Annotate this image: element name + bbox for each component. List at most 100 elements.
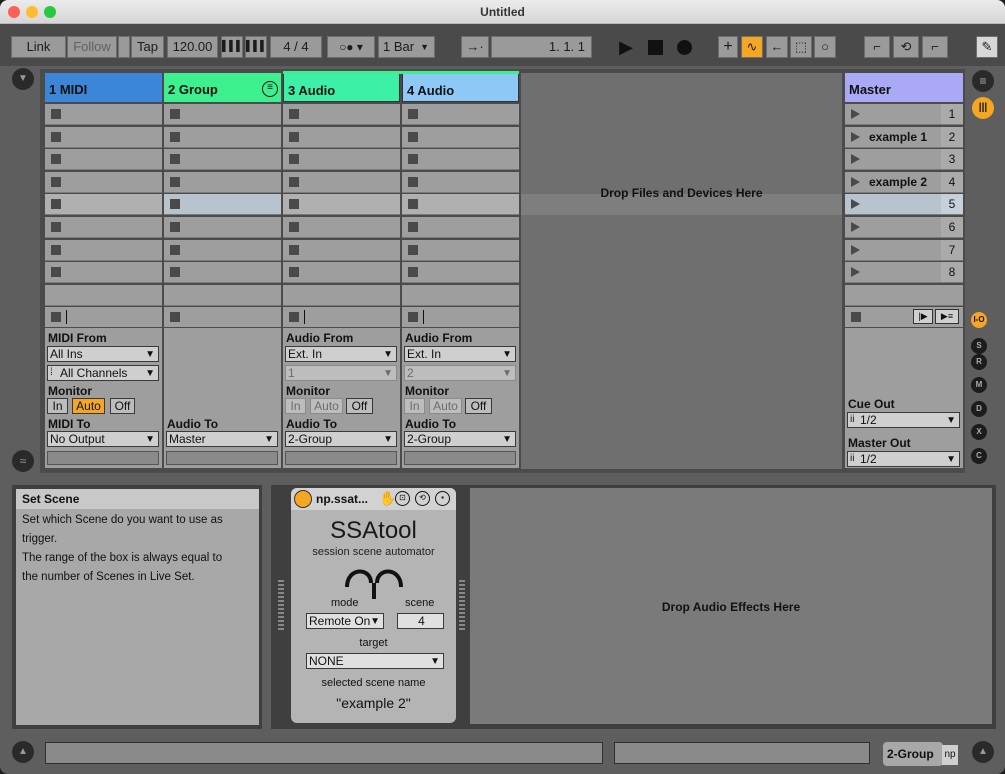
monitor-off-button[interactable]: Off	[110, 398, 135, 414]
back-to-arrangement-icon[interactable]: ←	[766, 36, 788, 58]
midi-channel-select[interactable]: ⁞ All Channels ▼	[47, 365, 159, 381]
quantize-menu[interactable]: 1 Bar ▼	[378, 36, 435, 58]
detail-view-toggle-icon[interactable]: ▲	[972, 741, 994, 763]
target-select[interactable]: NONE ▼	[306, 653, 444, 669]
clip-stop-icon[interactable]	[170, 244, 180, 255]
returns-toggle-icon[interactable]: R	[971, 354, 987, 370]
clip-stop-icon[interactable]	[408, 244, 418, 255]
overdub-icon[interactable]: +	[718, 36, 738, 58]
scene-launch-icon[interactable]	[851, 109, 860, 119]
clip-stop-icon[interactable]	[289, 244, 299, 255]
midi-from-select[interactable]: All Ins ▼	[47, 346, 159, 362]
audio-to-select[interactable]: 2-Group ▼	[404, 431, 516, 447]
mixer-toggle-icon[interactable]: |||	[972, 97, 994, 119]
stop-icon[interactable]	[648, 40, 663, 55]
clip-slot[interactable]	[45, 194, 162, 216]
selected-track-indicator[interactable]: 2-Group	[883, 742, 943, 766]
nudge-down-icon[interactable]: ▌▌▌	[221, 36, 243, 58]
clip-stop-icon[interactable]	[408, 131, 418, 142]
play-icon[interactable]: ▶	[617, 36, 635, 58]
clip-slot[interactable]	[402, 171, 519, 193]
save-preset-icon[interactable]: ▪	[435, 491, 450, 506]
mode-select[interactable]: Remote On ▼	[306, 613, 384, 629]
clip-slot[interactable]	[164, 217, 281, 238]
scene-row[interactable]: 7	[845, 239, 963, 261]
hot-swap-icon[interactable]: ⟲	[415, 491, 430, 506]
sends-toggle-icon[interactable]: S	[971, 338, 987, 354]
master-header[interactable]: Master	[845, 73, 963, 102]
clip-stop-icon[interactable]	[289, 109, 299, 119]
scene-launch-icon[interactable]	[851, 176, 860, 187]
clip-stop-icon[interactable]	[51, 199, 61, 210]
clip-slot[interactable]	[283, 149, 400, 171]
clip-slot[interactable]	[164, 239, 281, 261]
master-stop-row[interactable]: |▶ ▶≡	[845, 307, 963, 327]
drop-zone[interactable]	[521, 73, 842, 469]
clip-stop-icon[interactable]	[51, 131, 61, 142]
scene-launch-icon[interactable]	[851, 244, 860, 255]
time-signature-field[interactable]: 4 / 4	[270, 36, 322, 58]
clip-slot[interactable]	[164, 194, 281, 216]
delay-toggle-icon[interactable]: D	[971, 401, 987, 417]
stop-icon[interactable]	[51, 312, 61, 322]
stop-icon[interactable]	[170, 312, 180, 322]
drag-handle-icon[interactable]	[278, 580, 284, 632]
audio-to-select[interactable]: 2-Group ▼	[285, 431, 397, 447]
scene-number-box[interactable]: 4	[397, 613, 444, 629]
crossfader-toggle-icon[interactable]: X	[971, 424, 987, 440]
clip-slot[interactable]	[45, 284, 162, 306]
clip-stop-icon[interactable]	[408, 222, 418, 232]
cue-out-select[interactable]: ii 1/2 ▼	[847, 412, 960, 428]
monitor-auto-button[interactable]: Auto	[310, 398, 343, 414]
follow-action-icon[interactable]: ▶≡	[935, 309, 959, 324]
input-channel-select[interactable]: 1 ▼	[285, 365, 397, 381]
clip-stop-icon[interactable]	[408, 199, 418, 210]
menu-icon[interactable]: ≡	[972, 70, 994, 92]
clip-slot[interactable]	[45, 171, 162, 193]
clip-stop-icon[interactable]	[170, 199, 180, 210]
stop-icon[interactable]	[289, 312, 299, 322]
edit-icon[interactable]: ⊡	[395, 491, 410, 506]
clip-stop-icon[interactable]	[170, 131, 180, 142]
scene-row[interactable]: 8	[845, 262, 963, 284]
monitor-in-button[interactable]: In	[404, 398, 425, 414]
track-stop-row[interactable]	[283, 307, 400, 327]
track-header-1[interactable]: 1 MIDI	[45, 73, 162, 102]
link-button[interactable]: Link	[11, 36, 66, 58]
clip-slot[interactable]	[164, 126, 281, 148]
clip-slot[interactable]	[402, 217, 519, 238]
info-toggle-icon[interactable]: ▲	[12, 741, 34, 763]
clip-slot[interactable]	[283, 262, 400, 284]
capture-icon[interactable]: ⬚	[790, 36, 812, 58]
clip-slot[interactable]	[402, 262, 519, 284]
clip-slot[interactable]	[402, 284, 519, 306]
scene-launch-icon[interactable]	[851, 131, 860, 142]
clip-slot[interactable]	[402, 149, 519, 171]
monitor-auto-button[interactable]: Auto	[429, 398, 462, 414]
track-stop-row[interactable]	[164, 307, 281, 327]
clip-stop-icon[interactable]	[408, 154, 418, 165]
clip-stop-icon[interactable]	[408, 267, 418, 278]
follow-playhead-icon[interactable]: →·	[461, 36, 489, 58]
clip-stop-icon[interactable]	[408, 109, 418, 119]
clip-slot[interactable]	[164, 149, 281, 171]
stop-all-icon[interactable]	[851, 312, 861, 322]
clip-stop-icon[interactable]	[51, 154, 61, 165]
monitor-off-button[interactable]: Off	[465, 398, 492, 414]
follow-button[interactable]: Follow	[67, 36, 117, 58]
clip-stop-icon[interactable]	[51, 244, 61, 255]
scene-row[interactable]: 6	[845, 217, 963, 238]
scene-row[interactable]: 1	[845, 104, 963, 125]
clip-stop-icon[interactable]	[51, 176, 61, 187]
clip-stop-icon[interactable]	[170, 222, 180, 232]
clip-slot[interactable]	[283, 217, 400, 238]
track-header-2[interactable]: 2 Group ≡	[164, 73, 281, 102]
scene-row-empty[interactable]	[845, 284, 963, 306]
punch-icon[interactable]: ⌐	[922, 36, 948, 58]
stop-icon[interactable]	[408, 312, 418, 322]
metronome-icon[interactable]: ○● ▾	[327, 36, 375, 58]
clip-slot[interactable]	[164, 171, 281, 193]
clip-stop-icon[interactable]	[289, 176, 299, 187]
master-out-select[interactable]: ii 1/2 ▼	[847, 451, 960, 467]
track-header-4[interactable]: 4 Audio	[402, 73, 519, 102]
